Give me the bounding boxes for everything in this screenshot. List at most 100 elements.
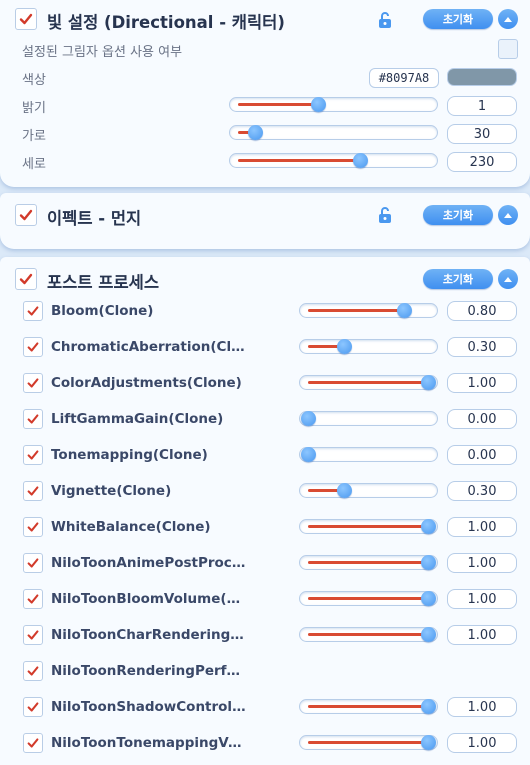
vertical-label: 세로 xyxy=(22,157,46,172)
slider-fill xyxy=(238,159,361,162)
slider-handle[interactable] xyxy=(421,375,436,390)
post-process-item-value[interactable]: 1.00 xyxy=(447,517,517,537)
color-hex-field[interactable]: #8097A8 xyxy=(369,68,439,88)
post-process-item-checkbox[interactable] xyxy=(23,733,43,753)
post-process-item-checkbox[interactable] xyxy=(23,697,43,717)
post-process-item-value[interactable]: 0.00 xyxy=(447,409,517,429)
post-process-item-slider[interactable] xyxy=(299,627,438,642)
post-process-item-slider[interactable] xyxy=(299,555,438,570)
post-process-item-slider[interactable] xyxy=(299,303,438,318)
post-process-header: 포스트 프로세스 초기화 xyxy=(0,265,530,295)
brightness-slider[interactable] xyxy=(229,97,438,112)
slider-fill xyxy=(308,741,429,744)
post-process-item-checkbox[interactable] xyxy=(23,517,43,537)
slider-handle[interactable] xyxy=(421,591,436,606)
slider-handle[interactable] xyxy=(337,339,352,354)
slider-fill xyxy=(308,309,405,312)
slider-handle[interactable] xyxy=(310,97,326,112)
brightness-value[interactable]: 1 xyxy=(447,96,517,116)
post-process-item-value[interactable]: 0.00 xyxy=(447,445,517,465)
check-icon xyxy=(27,486,39,496)
post-process-item-slider[interactable] xyxy=(299,375,438,390)
post-process-row: ColorAdjustments(Clone) 1.00 xyxy=(0,371,530,399)
post-process-item-checkbox[interactable] xyxy=(23,589,43,609)
slider-handle[interactable] xyxy=(421,519,436,534)
color-swatch[interactable] xyxy=(447,68,517,86)
check-icon xyxy=(27,630,39,640)
chevron-up-icon xyxy=(504,17,512,22)
vertical-slider[interactable] xyxy=(229,153,438,168)
post-process-row: NiloToonBloomVolume(Cl… 1.00 xyxy=(0,587,530,615)
post-process-reset-button[interactable]: 초기화 xyxy=(423,269,493,289)
light-enabled-checkbox[interactable] xyxy=(15,8,37,30)
unlock-icon[interactable] xyxy=(377,206,393,224)
slider-handle[interactable] xyxy=(301,411,316,426)
post-process-item-value[interactable]: 1.00 xyxy=(447,589,517,609)
post-process-item-value[interactable]: 1.00 xyxy=(447,553,517,573)
post-process-item-slider[interactable] xyxy=(299,339,438,354)
check-icon xyxy=(27,522,39,532)
effect-enabled-checkbox[interactable] xyxy=(15,204,37,226)
slider-fill xyxy=(308,597,429,600)
check-icon xyxy=(27,414,39,424)
shadow-option-checkbox[interactable] xyxy=(498,39,518,59)
post-process-item-checkbox[interactable] xyxy=(23,625,43,645)
post-process-title: 포스트 프로세스 xyxy=(47,273,160,292)
effect-collapse-button[interactable] xyxy=(498,205,518,225)
slider-handle[interactable] xyxy=(421,699,436,714)
post-process-row: WhiteBalance(Clone) 1.00 xyxy=(0,515,530,543)
horizontal-value[interactable]: 30 xyxy=(447,124,517,144)
post-process-item-checkbox[interactable] xyxy=(23,553,43,573)
slider-handle[interactable] xyxy=(421,555,436,570)
brightness-label: 밝기 xyxy=(22,101,46,116)
post-process-item-checkbox[interactable] xyxy=(23,445,43,465)
post-process-item-slider[interactable] xyxy=(299,699,438,714)
slider-handle[interactable] xyxy=(352,153,368,168)
chevron-up-icon xyxy=(504,213,512,218)
post-process-item-slider[interactable] xyxy=(299,483,438,498)
post-process-item-slider[interactable] xyxy=(299,591,438,606)
slider-handle[interactable] xyxy=(421,735,436,750)
post-process-item-value[interactable]: 1.00 xyxy=(447,625,517,645)
post-process-item-slider[interactable] xyxy=(299,411,438,426)
effect-reset-button[interactable]: 초기화 xyxy=(423,205,493,225)
post-process-item-slider[interactable] xyxy=(299,735,438,750)
light-settings-panel: 빛 설정 (Directional - 캐릭터) 초기화 설정된 그림자 옵션 … xyxy=(0,0,530,187)
slider-handle[interactable] xyxy=(248,125,264,140)
light-collapse-button[interactable] xyxy=(498,9,518,29)
vertical-value[interactable]: 230 xyxy=(447,152,517,172)
chevron-up-icon xyxy=(504,277,512,282)
horizontal-slider[interactable] xyxy=(229,125,438,140)
check-icon xyxy=(27,306,39,316)
post-process-item-checkbox[interactable] xyxy=(23,409,43,429)
slider-handle[interactable] xyxy=(301,447,316,462)
post-process-item-value[interactable]: 1.00 xyxy=(447,373,517,393)
post-process-row: ChromaticAberration(Clo… 0.30 xyxy=(0,335,530,363)
slider-handle[interactable] xyxy=(337,483,352,498)
light-settings-title: 빛 설정 (Directional - 캐릭터) xyxy=(47,13,285,32)
post-process-row: NiloToonTonemappingVol… 1.00 xyxy=(0,731,530,759)
check-icon xyxy=(27,450,39,460)
post-process-item-value[interactable]: 0.80 xyxy=(447,301,517,321)
post-process-item-checkbox[interactable] xyxy=(23,661,43,681)
shadow-option-label: 설정된 그림자 옵션 사용 여부 xyxy=(22,45,183,60)
post-process-item-checkbox[interactable] xyxy=(23,481,43,501)
post-process-item-slider[interactable] xyxy=(299,519,438,534)
slider-handle[interactable] xyxy=(421,627,436,642)
post-process-item-value[interactable]: 0.30 xyxy=(447,481,517,501)
post-process-item-slider[interactable] xyxy=(299,447,438,462)
post-process-item-checkbox[interactable] xyxy=(23,373,43,393)
post-process-enabled-checkbox[interactable] xyxy=(15,268,37,290)
post-process-collapse-button[interactable] xyxy=(498,269,518,289)
post-process-item-label: NiloToonCharRenderingC… xyxy=(51,627,247,643)
post-process-item-value[interactable]: 1.00 xyxy=(447,697,517,717)
post-process-item-checkbox[interactable] xyxy=(23,301,43,321)
light-reset-button[interactable]: 초기화 xyxy=(423,9,493,29)
slider-handle[interactable] xyxy=(397,303,412,318)
post-process-item-checkbox[interactable] xyxy=(23,337,43,357)
unlock-icon[interactable] xyxy=(377,11,393,29)
post-process-item-label: NiloToonShadowControlV… xyxy=(51,699,247,715)
post-process-item-value[interactable]: 1.00 xyxy=(447,733,517,753)
check-icon xyxy=(27,666,39,676)
post-process-item-value[interactable]: 0.30 xyxy=(447,337,517,357)
